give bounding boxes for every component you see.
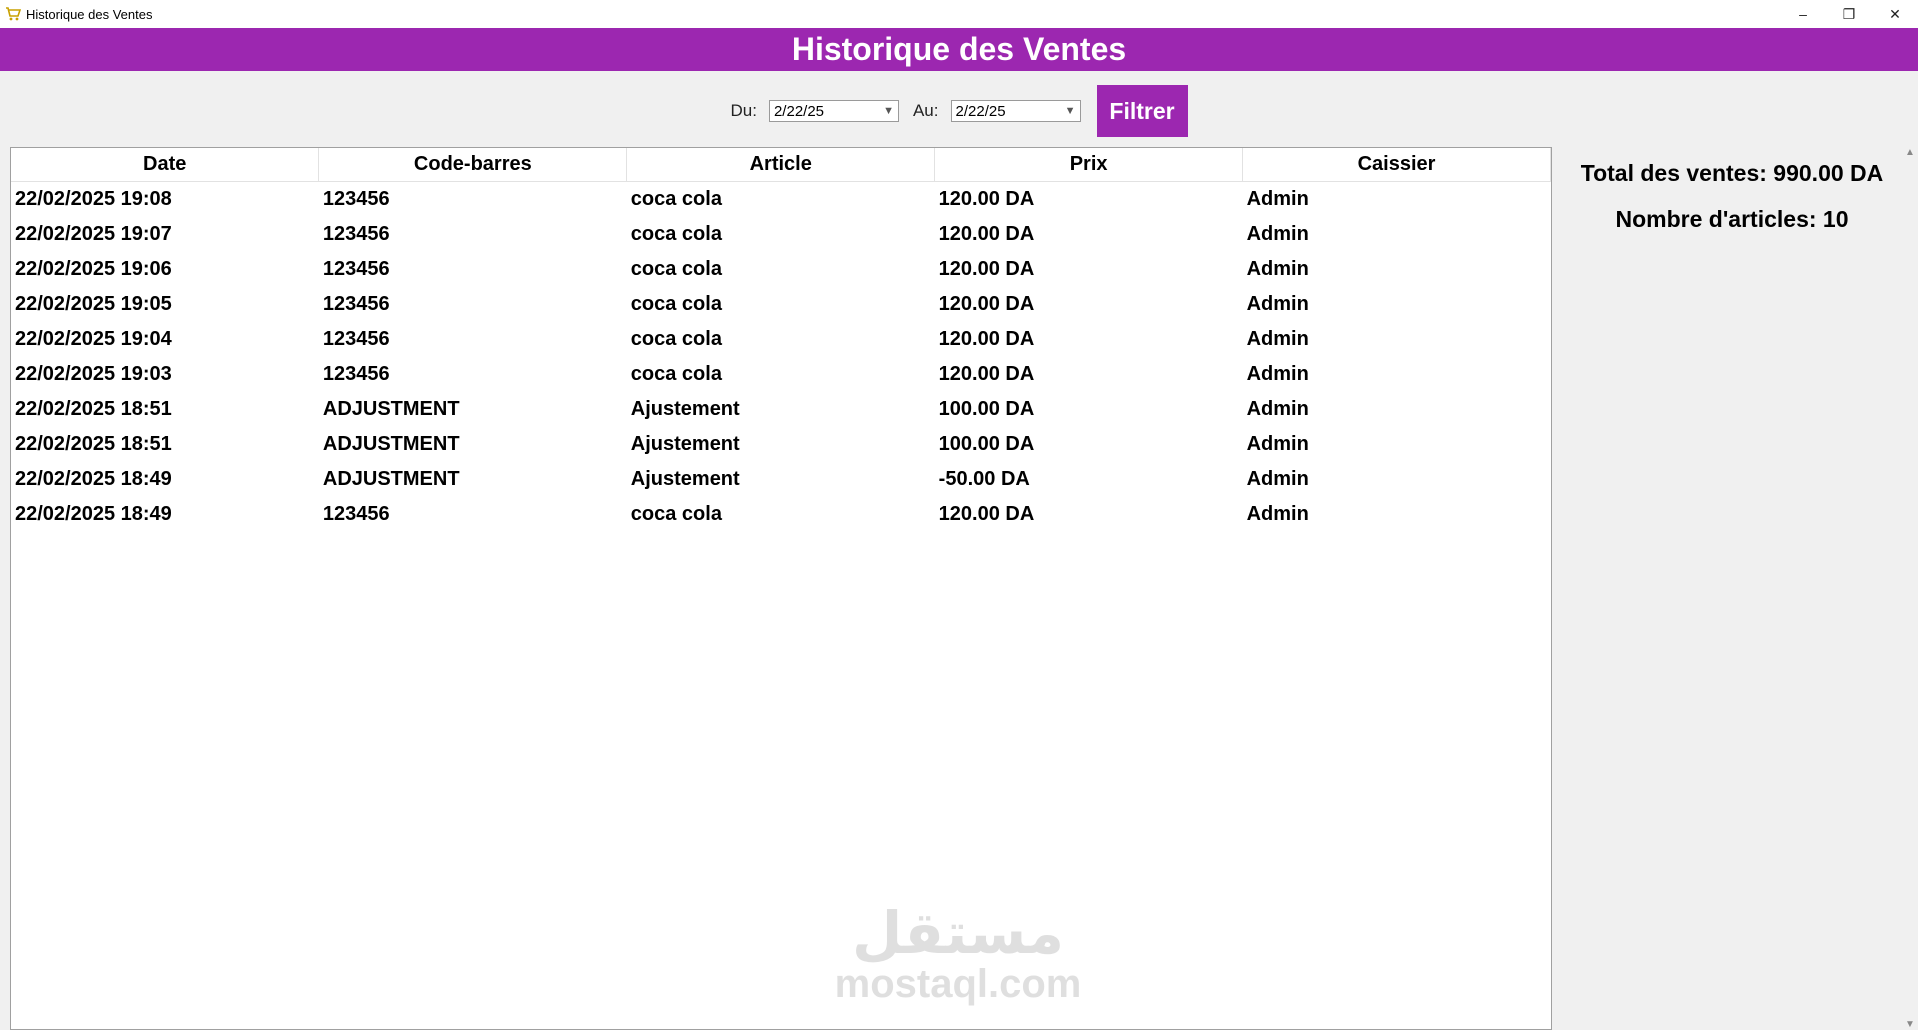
table-row[interactable]: 22/02/2025 19:03 123456 coca cola 120.00 DA…: [11, 357, 1551, 392]
table-row[interactable]: 22/02/2025 18:51 ADJUSTMENT Ajustement 100.…: [11, 427, 1551, 462]
filter-button[interactable]: Filtrer: [1096, 85, 1188, 137]
watermark-arabic: مستقل: [851, 898, 1065, 967]
cell-price: 120.00 DA: [938, 258, 1035, 280]
window-title: Historique des Ventes: [26, 6, 153, 22]
cell-date: 22/02/2025 19:06: [15, 258, 172, 280]
vertical-scrollbar[interactable]: ▲ ▼: [1902, 147, 1918, 1030]
cell-article: coca cola: [630, 223, 722, 245]
cell-barcode: 123456: [322, 258, 390, 280]
cell-cashier: Admin: [1246, 223, 1309, 245]
from-date-value: 2/22/25: [773, 102, 825, 120]
cell-price: 120.00 DA: [938, 328, 1035, 350]
table-row[interactable]: 22/02/2025 18:51 ADJUSTMENT Ajustement 100.…: [11, 392, 1551, 427]
cell-cashier: Admin: [1246, 503, 1309, 525]
scroll-down-icon[interactable]: ▼: [1905, 1019, 1915, 1030]
cell-price: 120.00 DA: [938, 188, 1035, 210]
cell-price: -50.00 DA: [938, 468, 1030, 490]
cell-article: coca cola: [630, 188, 722, 210]
total-sales: Total des ventes: 990.00 DA: [1580, 160, 1884, 186]
page-header: Historique des Ventes: [0, 28, 1918, 71]
to-date-picker[interactable]: 2/22/25 ▼: [950, 100, 1081, 122]
chevron-down-icon[interactable]: ▼: [883, 105, 894, 117]
cell-date: 22/02/2025 19:08: [15, 188, 172, 210]
cell-date: 22/02/2025 18:49: [15, 503, 172, 525]
cell-article: coca cola: [630, 328, 722, 350]
cell-article: Ajustement: [630, 468, 740, 490]
cell-barcode: 123456: [322, 328, 390, 350]
page-title: Historique des Ventes: [791, 31, 1127, 67]
column-header-barcode[interactable]: Code-barres: [318, 148, 628, 182]
chevron-down-icon[interactable]: ▼: [1065, 105, 1076, 117]
cell-article: coca cola: [630, 293, 722, 315]
to-date-value: 2/22/25: [955, 102, 1006, 120]
column-header-article[interactable]: Article: [626, 148, 936, 182]
date-filter-bar: Du: 2/22/25 ▼ Au: 2/22/25 ▼ Filtrer: [0, 85, 1918, 137]
cell-date: 22/02/2025 19:04: [15, 328, 172, 350]
cell-price: 100.00 DA: [938, 398, 1035, 420]
cell-date: 22/02/2025 19:03: [15, 363, 172, 385]
watermark-logo: مستقل mostaql.com: [835, 897, 1082, 1012]
table-row[interactable]: 22/02/2025 19:08 123456 coca cola 120.00 DA…: [11, 182, 1551, 218]
cart-icon: [4, 5, 22, 23]
watermark-latin: mostaql.com: [834, 961, 1082, 1006]
to-date-label: Au:: [912, 101, 939, 120]
sales-table-container[interactable]: Date Code-barres Article Prix Caissier 2…: [10, 147, 1552, 1030]
cell-barcode: 123456: [322, 293, 390, 315]
table-body: 22/02/2025 19:08 123456 coca cola 120.00 DA…: [11, 182, 1551, 533]
cell-price: 120.00 DA: [938, 503, 1035, 525]
cell-barcode: 123456: [322, 223, 390, 245]
from-date-label: Du:: [730, 101, 757, 120]
table-row[interactable]: 22/02/2025 18:49 123456 coca cola 120.00 DA…: [11, 497, 1551, 532]
table-header-row: Date Code-barres Article Prix Caissier: [11, 148, 1551, 182]
cell-cashier: Admin: [1246, 363, 1309, 385]
from-date-picker[interactable]: 2/22/25 ▼: [768, 100, 899, 122]
cell-barcode: ADJUSTMENT: [322, 433, 460, 455]
column-header-price[interactable]: Prix: [934, 148, 1244, 182]
table-row[interactable]: 22/02/2025 19:04 123456 coca cola 120.00 DA…: [11, 322, 1551, 357]
table-row[interactable]: 22/02/2025 18:49 ADJUSTMENT Ajustement -50.…: [11, 462, 1551, 497]
minimize-button[interactable]: –: [1780, 0, 1826, 28]
cell-article: coca cola: [630, 363, 722, 385]
cell-date: 22/02/2025 18:51: [15, 433, 172, 455]
cell-barcode: 123456: [322, 363, 390, 385]
table-row[interactable]: 22/02/2025 19:05 123456 coca cola 120.00 DA…: [11, 287, 1551, 322]
scroll-up-icon[interactable]: ▲: [1905, 147, 1915, 158]
cell-cashier: Admin: [1246, 433, 1309, 455]
sales-table: Date Code-barres Article Prix Caissier 2…: [11, 148, 1551, 532]
column-header-date[interactable]: Date: [11, 148, 320, 182]
cell-date: 22/02/2025 19:07: [15, 223, 172, 245]
item-count: Nombre d'articles: 10: [1615, 206, 1849, 232]
cell-price: 120.00 DA: [938, 363, 1035, 385]
cell-date: 22/02/2025 18:49: [15, 468, 172, 490]
cell-barcode: ADJUSTMENT: [322, 468, 460, 490]
close-button[interactable]: ✕: [1872, 0, 1918, 28]
cell-price: 120.00 DA: [938, 223, 1035, 245]
restore-button[interactable]: ❐: [1826, 0, 1872, 28]
table-row[interactable]: 22/02/2025 19:06 123456 coca cola 120.00 DA…: [11, 252, 1551, 287]
column-header-cashier[interactable]: Caissier: [1242, 148, 1551, 182]
cell-price: 120.00 DA: [938, 293, 1035, 315]
cell-cashier: Admin: [1246, 398, 1309, 420]
cell-cashier: Admin: [1246, 258, 1309, 280]
cell-date: 22/02/2025 18:51: [15, 398, 172, 420]
cell-price: 100.00 DA: [938, 433, 1035, 455]
cell-barcode: 123456: [322, 503, 390, 525]
cell-cashier: Admin: [1246, 188, 1309, 210]
window-titlebar: Historique des Ventes – ❐ ✕: [0, 0, 1918, 28]
cell-cashier: Admin: [1246, 328, 1309, 350]
table-row[interactable]: 22/02/2025 19:07 123456 coca cola 120.00 DA…: [11, 217, 1551, 252]
summary-panel: Total des ventes: 990.00 DA Nombre d'art…: [1556, 160, 1908, 252]
window-controls: – ❐ ✕: [1780, 0, 1918, 28]
cell-article: coca cola: [630, 258, 722, 280]
cell-article: Ajustement: [630, 433, 740, 455]
cell-date: 22/02/2025 19:05: [15, 293, 172, 315]
cell-barcode: 123456: [322, 188, 390, 210]
cell-barcode: ADJUSTMENT: [322, 398, 460, 420]
cell-article: coca cola: [630, 503, 722, 525]
cell-cashier: Admin: [1246, 468, 1309, 490]
cell-cashier: Admin: [1246, 293, 1309, 315]
cell-article: Ajustement: [630, 398, 740, 420]
